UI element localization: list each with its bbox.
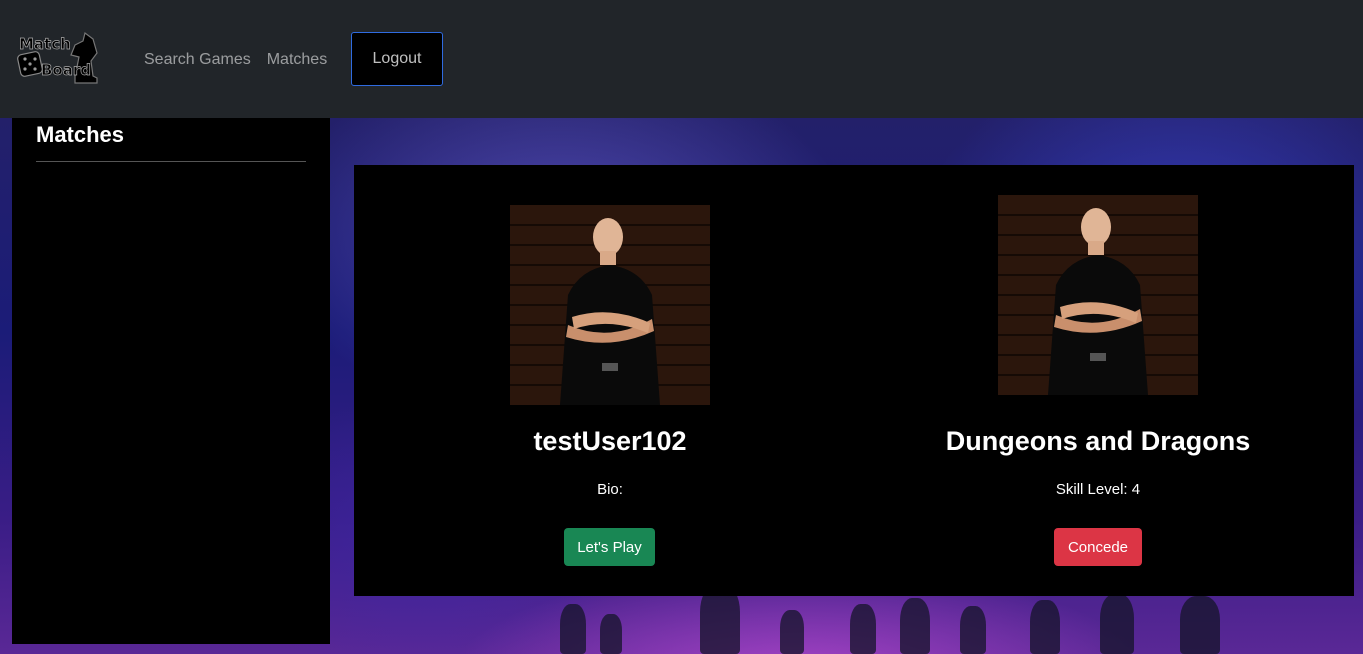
game-image <box>998 195 1198 395</box>
skill-level: Skill Level: 4 <box>1055 481 1141 498</box>
game-column: Dungeons and Dragons Skill Level: 4 Conc… <box>854 165 1354 596</box>
match-card: testUser102 Bio: Let's Play Dungeons and… <box>354 165 1354 596</box>
svg-text:Match: Match <box>19 35 71 53</box>
svg-text:Board: Board <box>41 61 91 79</box>
user-avatar <box>510 205 710 405</box>
user-column: testUser102 Bio: Let's Play <box>354 165 854 596</box>
sidebar-title: Matches <box>36 122 125 147</box>
matches-sidebar: Matches <box>12 118 330 644</box>
nav-link-search-games[interactable]: Search Games <box>144 49 251 71</box>
nav-link-matches[interactable]: Matches <box>267 49 327 71</box>
username-heading: testUser102 <box>533 426 687 456</box>
navbar: Match Board Search Games Matches Logout <box>0 0 1363 118</box>
concede-button[interactable]: Concede <box>1054 528 1142 566</box>
logout-button[interactable]: Logout <box>351 32 443 86</box>
sidebar-divider <box>36 161 306 162</box>
game-title-heading: Dungeons and Dragons <box>945 426 1251 456</box>
lets-play-button[interactable]: Let's Play <box>564 528 655 566</box>
nav-links: Search Games Matches <box>144 49 327 71</box>
user-bio: Bio: <box>597 481 623 498</box>
matchboard-logo[interactable]: Match Board <box>17 31 103 87</box>
